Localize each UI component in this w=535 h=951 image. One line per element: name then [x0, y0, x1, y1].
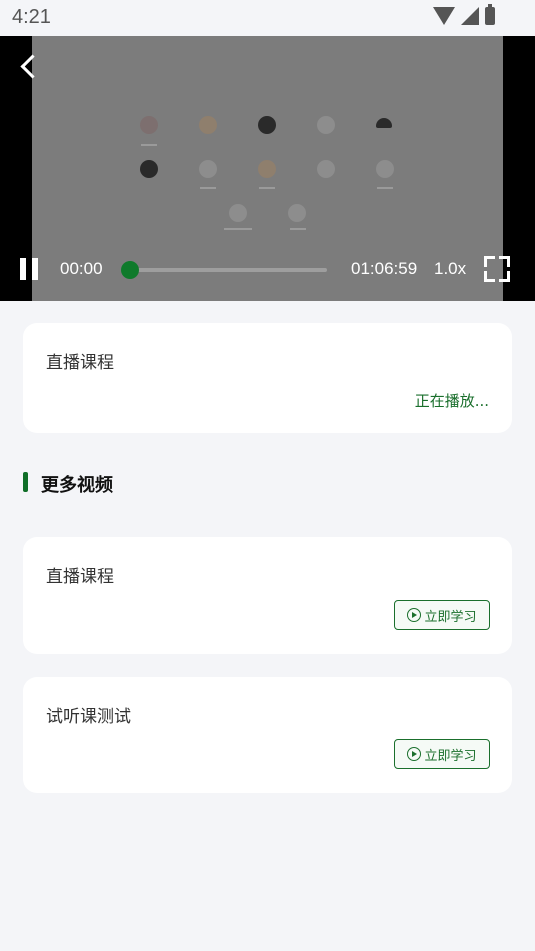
signal-icon	[461, 7, 479, 25]
learn-now-button[interactable]: 立即学习	[394, 600, 490, 630]
video-player[interactable]: 00:00 01:06:59 1.0x	[0, 36, 535, 301]
video-card[interactable]: 试听课测试 立即学习	[23, 677, 512, 793]
video-thumb-avatar	[140, 116, 158, 134]
video-thumb-caption	[224, 228, 252, 230]
video-thumb-avatar	[376, 118, 392, 128]
now-playing-label: 正在播放...	[414, 392, 489, 410]
status-time: 4:21	[12, 6, 51, 28]
video-thumb-caption	[377, 187, 393, 189]
video-card[interactable]: 直播课程 立即学习	[23, 537, 512, 654]
video-thumb-avatar	[288, 204, 306, 222]
learn-now-button[interactable]: 立即学习	[394, 739, 490, 769]
fullscreen-icon[interactable]	[484, 256, 510, 282]
play-circle-icon	[407, 608, 422, 622]
video-thumb-avatar	[317, 116, 335, 134]
section-indicator	[23, 472, 28, 492]
video-thumb-caption	[290, 228, 306, 230]
video-thumb-avatar	[317, 160, 335, 178]
current-course-title: 直播课程	[46, 353, 114, 373]
status-bar: 4:21	[0, 0, 535, 36]
status-icons	[433, 4, 495, 25]
video-thumb-avatar	[199, 116, 217, 134]
speed-button[interactable]: 1.0x	[434, 259, 466, 279]
video-thumb-avatar	[376, 160, 394, 178]
wifi-icon	[433, 7, 455, 25]
video-thumb-caption	[141, 144, 157, 146]
video-thumb-avatar	[258, 160, 276, 178]
battery-icon	[485, 4, 495, 25]
video-thumb-caption	[259, 187, 275, 189]
progress-handle[interactable]	[121, 261, 139, 279]
current-course-card[interactable]: 直播课程 正在播放...	[23, 323, 512, 433]
video-thumb-avatar	[258, 116, 276, 134]
total-time: 01:06:59	[351, 259, 418, 278]
video-thumb-avatar	[140, 160, 158, 178]
learn-now-label: 立即学习	[424, 609, 477, 625]
current-time: 00:00	[60, 259, 103, 278]
video-thumb-caption	[200, 187, 216, 189]
pause-icon[interactable]	[20, 258, 40, 280]
video-thumb-avatar	[229, 204, 247, 222]
player-controls: 00:00 01:06:59 1.0x	[0, 256, 535, 296]
video-thumb-avatar	[199, 160, 217, 178]
progress-bar[interactable]	[128, 268, 327, 272]
video-title: 直播课程	[46, 567, 114, 587]
play-circle-icon	[407, 747, 422, 761]
learn-now-label: 立即学习	[424, 748, 477, 764]
video-title: 试听课测试	[46, 707, 131, 727]
section-title: 更多视频	[41, 475, 113, 496]
